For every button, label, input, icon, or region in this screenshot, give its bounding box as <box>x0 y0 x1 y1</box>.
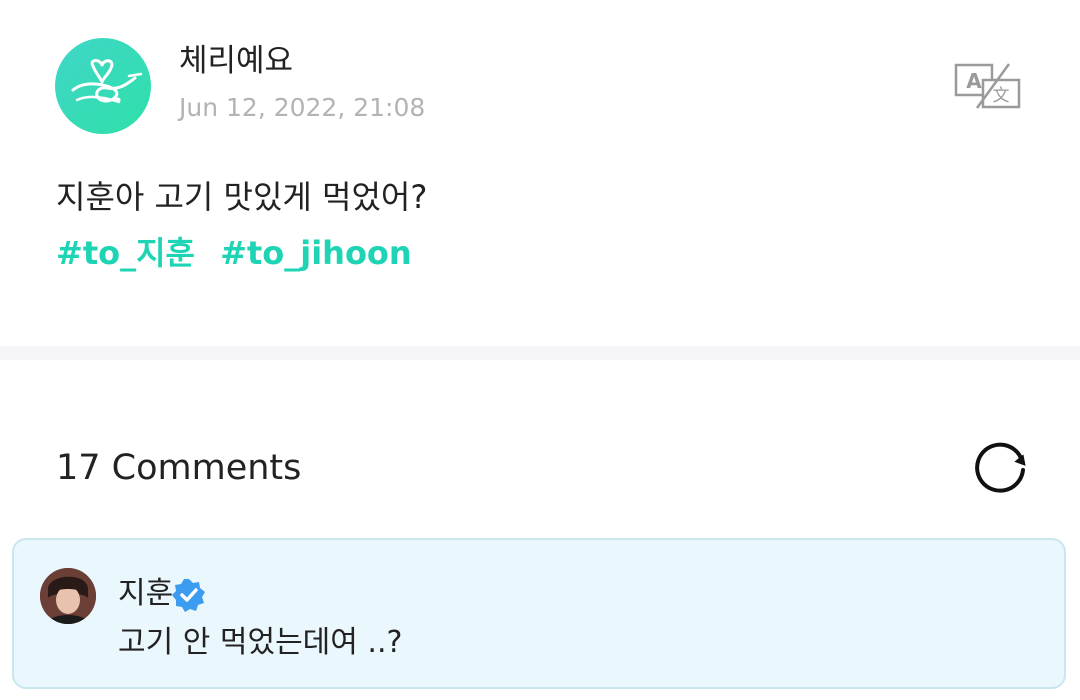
svg-text:文: 文 <box>993 86 1010 106</box>
post-date: Jun 12, 2022, 21:08 <box>179 93 426 122</box>
hashtag-to-jihoon-en[interactable]: #to_jihoon <box>220 234 412 272</box>
author-name[interactable]: 체리예요 <box>179 42 293 80</box>
post-body: 지훈아 고기 맛있게 먹었어? <box>56 178 428 216</box>
cherry-logo-icon <box>71 59 143 104</box>
comments-count: 17 Comments <box>56 448 302 488</box>
refresh-icon <box>975 442 1026 493</box>
refresh-button[interactable] <box>969 436 1031 498</box>
page: 체리예요 Jun 12, 2022, 21:08 A 文 지훈아 고기 맛있게 … <box>0 0 1080 700</box>
post: 체리예요 Jun 12, 2022, 21:08 A 文 지훈아 고기 맛있게 … <box>0 0 1080 346</box>
comment-text: 고기 안 먹었는데여 ..? <box>118 625 403 660</box>
commenter-name[interactable]: 지훈 <box>118 575 173 613</box>
comment-card[interactable]: 지훈 고기 안 먹었는데여 ..? <box>12 538 1066 689</box>
svg-text:A: A <box>966 69 982 93</box>
commenter-avatar[interactable] <box>40 568 96 624</box>
translate-icon: A 文 <box>954 63 1021 109</box>
author-avatar[interactable] <box>55 38 151 134</box>
translate-button[interactable]: A 文 <box>953 62 1023 110</box>
verified-icon <box>172 578 206 612</box>
profile-photo-icon <box>40 568 96 624</box>
hashtag-list: #to_지훈 #to_jihoon <box>56 232 426 274</box>
section-divider <box>0 346 1080 360</box>
hashtag-to-jihoon-kr[interactable]: #to_지훈 <box>56 234 195 272</box>
